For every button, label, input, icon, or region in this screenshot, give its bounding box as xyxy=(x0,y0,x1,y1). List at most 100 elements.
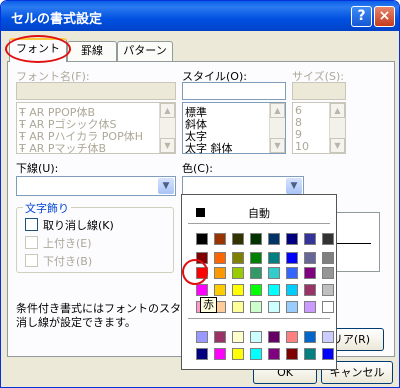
color-swatch[interactable] xyxy=(232,267,244,279)
color-swatch[interactable] xyxy=(322,348,334,360)
strikethrough-label[interactable]: 取り消し線(K) xyxy=(43,217,114,233)
preview-line xyxy=(331,243,371,244)
color-swatch[interactable] xyxy=(232,301,244,313)
strikethrough-checkbox[interactable] xyxy=(25,218,38,231)
scroll-down-icon[interactable]: ▼ xyxy=(270,138,285,153)
color-swatch[interactable] xyxy=(214,233,226,245)
color-dropdown[interactable]: ▼ xyxy=(182,176,304,196)
color-swatch[interactable] xyxy=(232,252,244,264)
color-swatch[interactable] xyxy=(250,252,262,264)
color-swatch[interactable] xyxy=(322,284,334,296)
color-swatch[interactable] xyxy=(196,233,208,245)
color-swatch[interactable] xyxy=(214,348,226,360)
color-swatch[interactable] xyxy=(250,267,262,279)
color-swatch[interactable] xyxy=(250,284,262,296)
color-swatch[interactable] xyxy=(232,284,244,296)
tab-pattern[interactable]: パターン xyxy=(117,41,173,61)
format-cells-dialog: セルの書式設定 ? × フォント 罫線 パターン フォント名(F): Ŧ AR … xyxy=(0,0,400,388)
title-bar[interactable]: セルの書式設定 ? × xyxy=(1,1,399,31)
style-list[interactable]: 標準 斜体 太字 太字 斜体 ▲ ▼ xyxy=(182,102,286,156)
color-swatch[interactable] xyxy=(268,348,280,360)
color-swatch[interactable] xyxy=(268,284,280,296)
chevron-down-icon[interactable]: ▼ xyxy=(158,178,174,194)
tab-border[interactable]: 罫線 xyxy=(67,41,117,61)
chevron-down-icon[interactable]: ▼ xyxy=(286,178,302,194)
close-button[interactable]: × xyxy=(374,6,395,27)
color-swatch[interactable] xyxy=(268,331,280,343)
color-swatch[interactable] xyxy=(232,331,244,343)
color-swatch[interactable] xyxy=(214,331,226,343)
color-swatch[interactable] xyxy=(268,233,280,245)
note-line-2: 消し線が設定できます。 xyxy=(16,316,136,329)
color-swatch[interactable] xyxy=(304,267,316,279)
superscript-label[interactable]: 上付き(E) xyxy=(43,235,92,251)
palette-divider xyxy=(188,318,330,319)
auto-color-swatch[interactable] xyxy=(196,208,205,217)
color-swatch[interactable] xyxy=(304,284,316,296)
list-item[interactable]: 太字 斜体 xyxy=(185,140,233,156)
scroll-down-icon[interactable]: ▼ xyxy=(160,138,175,153)
auto-color-label[interactable]: 自動 xyxy=(248,205,270,221)
color-swatch[interactable] xyxy=(322,331,334,343)
color-swatch[interactable] xyxy=(304,301,316,313)
scroll-down-icon[interactable]: ▼ xyxy=(330,138,345,153)
color-swatch[interactable] xyxy=(304,252,316,264)
color-swatch[interactable] xyxy=(214,252,226,264)
color-swatch[interactable] xyxy=(286,233,298,245)
color-swatch[interactable] xyxy=(322,301,334,313)
color-swatch[interactable] xyxy=(286,331,298,343)
underline-label: 下線(U): xyxy=(16,162,59,175)
color-swatch[interactable] xyxy=(322,252,334,264)
subscript-checkbox[interactable] xyxy=(25,254,38,267)
color-swatch[interactable] xyxy=(286,301,298,313)
scroll-up-icon[interactable]: ▲ xyxy=(270,103,285,118)
font-name-list[interactable]: Ŧ AR PPOP体B Ŧ AR Pゴシック体S Ŧ AR Pハイカラ POP体… xyxy=(16,102,176,156)
color-swatch[interactable] xyxy=(286,267,298,279)
list-item[interactable]: 10 xyxy=(295,140,309,153)
color-swatch[interactable] xyxy=(196,284,208,296)
color-swatch[interactable] xyxy=(322,267,334,279)
color-swatch[interactable] xyxy=(250,331,262,343)
color-swatch[interactable] xyxy=(268,301,280,313)
underline-dropdown[interactable]: ▼ xyxy=(16,176,176,196)
color-swatch[interactable] xyxy=(268,267,280,279)
color-swatch[interactable] xyxy=(304,233,316,245)
color-swatch[interactable] xyxy=(322,233,334,245)
color-palette-popup: 自動 赤 xyxy=(181,194,337,370)
color-swatch[interactable] xyxy=(232,233,244,245)
color-swatch[interactable] xyxy=(250,233,262,245)
color-swatch[interactable] xyxy=(232,348,244,360)
color-swatch[interactable] xyxy=(214,267,226,279)
size-list[interactable]: 6 8 9 10 ▲ ▼ xyxy=(292,102,346,154)
palette-divider xyxy=(188,223,330,224)
effects-group-label: 文字飾り xyxy=(23,200,71,216)
list-item[interactable]: Ŧ AR Pマッチ体B xyxy=(19,140,106,156)
color-swatch[interactable] xyxy=(250,348,262,360)
color-swatch[interactable] xyxy=(196,331,208,343)
color-swatch[interactable] xyxy=(286,348,298,360)
color-swatch[interactable] xyxy=(304,331,316,343)
effects-group: 文字飾り 取り消し線(K) 上付き(E) 下付き(B) xyxy=(16,200,174,273)
font-name-input[interactable] xyxy=(16,82,176,100)
color-swatch[interactable] xyxy=(196,348,208,360)
dialog-title: セルの書式設定 xyxy=(11,12,103,27)
color-swatch[interactable] xyxy=(250,301,262,313)
size-input[interactable] xyxy=(292,82,346,100)
color-label: 色(C): xyxy=(182,162,213,175)
help-button[interactable]: ? xyxy=(351,6,372,27)
size-list-scrollbar[interactable]: ▲ ▼ xyxy=(329,103,345,153)
superscript-checkbox[interactable] xyxy=(25,236,38,249)
color-swatch[interactable] xyxy=(304,348,316,360)
color-swatch[interactable] xyxy=(286,284,298,296)
color-swatch[interactable] xyxy=(268,252,280,264)
tab-font[interactable]: フォント xyxy=(9,38,67,62)
selected-red-highlight xyxy=(182,259,208,285)
scroll-up-icon[interactable]: ▲ xyxy=(160,103,175,118)
color-swatch[interactable] xyxy=(214,284,226,296)
style-input[interactable] xyxy=(182,82,286,100)
style-list-scrollbar[interactable]: ▲ ▼ xyxy=(269,103,285,153)
color-swatch[interactable] xyxy=(286,252,298,264)
subscript-label[interactable]: 下付き(B) xyxy=(43,253,92,269)
font-list-scrollbar[interactable]: ▲ ▼ xyxy=(159,103,175,153)
scroll-up-icon[interactable]: ▲ xyxy=(330,103,345,118)
